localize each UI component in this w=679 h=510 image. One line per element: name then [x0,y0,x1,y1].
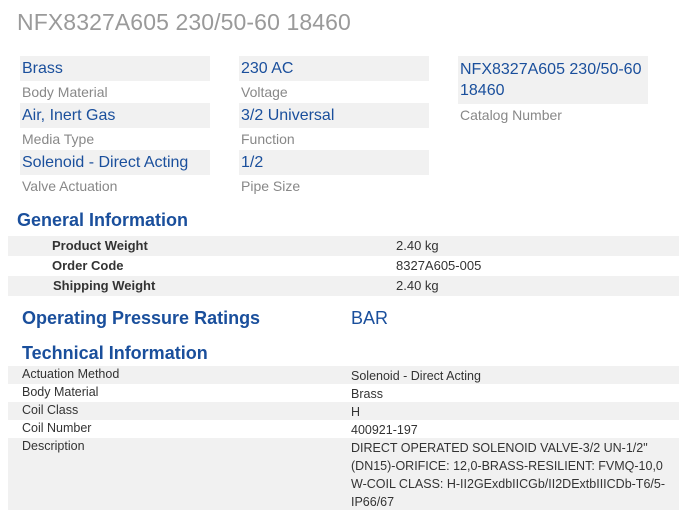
row-key: Body Material [22,385,99,399]
general-information-title: General Information [17,210,189,230]
table-row: Actuation Method Solenoid - Direct Actin… [8,366,679,384]
attribute-label: Pipe Size [241,178,301,194]
attribute-value: Air, Inert Gas [20,103,210,128]
description-value: DIRECT OPERATED SOLENOID VALVE-3/2 UN-1/… [351,441,665,509]
attribute-pipe-size: 1/2 Pipe Size [239,150,429,194]
attribute-body-material: Brass Body Material [20,56,210,100]
attribute-catalog-number: NFX8327A605 230/50-60 18460 Catalog Numb… [458,56,648,123]
attribute-valve-actuation: Solenoid - Direct Acting Valve Actuation [20,150,210,194]
row-key: Actuation Method [22,367,120,381]
attribute-label: Catalog Number [460,107,562,123]
technical-information-title: Technical Information [22,343,208,363]
row-key: Coil Number [22,421,92,435]
attribute-value: 1/2 [239,150,429,175]
row-value: H [351,405,361,419]
row-value: Solenoid - Direct Acting [351,369,481,383]
attribute-value: 3/2 Universal [239,103,429,128]
table-row: Description DIRECT OPERATED SOLENOID VAL… [8,438,679,510]
attribute-label: Voltage [241,84,288,100]
table-row: Shipping Weight 2.40 kg [8,276,679,296]
pressure-unit: BAR [351,308,389,328]
attribute-label: Body Material [22,84,108,100]
row-value: 8327A605-005 [396,258,482,273]
attribute-value: Solenoid - Direct Acting [20,150,210,175]
row-key: Shipping Weight [53,278,156,293]
table-row: Product Weight 2.40 kg [8,236,679,256]
table-row: Coil Class H [8,402,679,420]
attribute-voltage: 230 AC Voltage [239,56,429,100]
table-row: Order Code 8327A605-005 [8,256,679,276]
row-value: 400921-197 [351,423,418,437]
page-title: NFX8327A605 230/50-60 18460 [17,9,351,35]
row-key: Coil Class [22,403,79,417]
row-value: 2.40 kg [396,278,439,293]
row-key: Order Code [52,258,124,273]
attribute-label: Function [241,131,295,147]
attribute-function: 3/2 Universal Function [239,103,429,147]
attribute-media-type: Air, Inert Gas Media Type [20,103,210,147]
attribute-value: NFX8327A605 230/50-60 18460 [458,56,648,104]
row-value: Brass [351,387,383,401]
row-key: Product Weight [52,238,148,253]
operating-pressure-title: Operating Pressure Ratings [22,308,261,328]
attribute-label: Media Type [22,131,95,147]
row-value: 2.40 kg [396,238,439,253]
table-row: Coil Number 400921-197 [8,420,679,438]
attribute-value: 230 AC [239,56,429,81]
attribute-label: Valve Actuation [22,178,118,194]
table-row: Body Material Brass [8,384,679,402]
attribute-value: Brass [20,56,210,81]
row-key: Description [22,439,85,453]
